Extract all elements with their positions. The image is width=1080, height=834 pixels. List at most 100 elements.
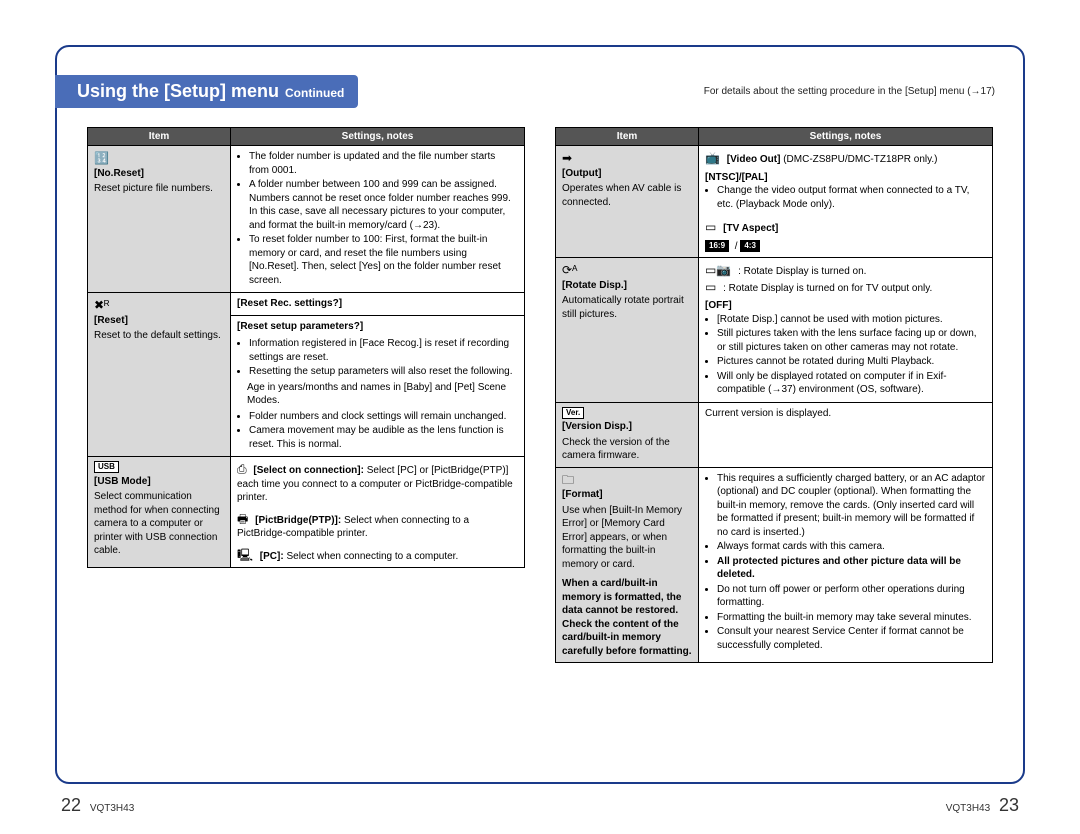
item-cell-version: Ver. [Version Disp.] Check the version o… <box>556 402 699 467</box>
note: The folder number is updated and the fil… <box>249 150 518 177</box>
note: Pictures cannot be rotated during Multi … <box>717 355 986 369</box>
note: Still pictures taken with the lens surfa… <box>717 327 986 354</box>
title-sub: Continued <box>285 86 344 100</box>
item-title: [No.Reset] <box>94 168 144 179</box>
note: Folder numbers and clock settings will r… <box>249 410 518 424</box>
usb-icon: USB <box>94 461 119 473</box>
no-reset-icon: 🔢 <box>94 151 109 165</box>
item-desc: Check the version of the camera firmware… <box>562 436 692 463</box>
format-icon: 🗀 <box>562 473 574 487</box>
note: Camera movement may be audible as the le… <box>249 424 518 451</box>
tv-aspect-icon: ▭ <box>705 220 716 234</box>
tail-bold: [TV Aspect] <box>723 223 778 234</box>
note-bold: All protected pictures and other picture… <box>717 555 986 582</box>
output-icon: ➡ <box>562 151 572 165</box>
header-note: For details about the setting procedure … <box>704 86 995 97</box>
line-text: : Rotate Display is turned on. <box>738 266 866 277</box>
table-row: ➡ [Output] Operates when AV cable is con… <box>556 146 993 258</box>
item-desc: Reset to the default settings. <box>94 329 224 343</box>
line-bold: [PC]: <box>260 551 284 562</box>
item-warning: When a card/built-in memory is formatted… <box>562 577 692 658</box>
doc-code: VQT3H43 <box>90 803 134 814</box>
doc-code: VQT3H43 <box>946 803 990 814</box>
item-desc: Automatically rotate portrait still pict… <box>562 294 692 321</box>
footer: 22 VQT3H43 VQT3H43 23 <box>55 795 1025 816</box>
subhead: [Reset setup parameters?] <box>237 320 518 334</box>
settings-cell: ⎙ [Select on connection]: Select [PC] or… <box>231 457 525 568</box>
item-title: [Reset] <box>94 315 128 326</box>
aspect-4-3: 4:3 <box>740 240 760 252</box>
content-columns: Item Settings, notes 🔢 [No.Reset] Reset … <box>87 127 993 762</box>
item-cell-output: ➡ [Output] Operates when AV cable is con… <box>556 146 699 258</box>
settings-cell: 📺 [Video Out] (DMC-ZS8PU/DMC-TZ18PR only… <box>699 146 993 258</box>
item-desc: Reset picture file numbers. <box>94 182 224 196</box>
table-row: USB [USB Mode] Select communication meth… <box>88 457 525 568</box>
note: Always format cards with this camera. <box>717 540 986 554</box>
note: Resetting the setup parameters will also… <box>249 365 518 379</box>
table-row: Ver. [Version Disp.] Check the version o… <box>556 402 993 467</box>
item-title: [Rotate Disp.] <box>562 280 627 291</box>
line-bold: [Select on connection]: <box>253 465 364 476</box>
col-header-settings: Settings, notes <box>699 128 993 146</box>
note: Consult your nearest Service Center if f… <box>717 625 986 652</box>
table-row: ⟳ᴬ [Rotate Disp.] Automatically rotate p… <box>556 258 993 403</box>
note-plain: Current version is displayed. <box>705 408 831 419</box>
rotate-on-icon: ▭📷 <box>705 263 731 277</box>
item-cell-format: 🗀 [Format] Use when [Built-In Memory Err… <box>556 467 699 663</box>
settings-cell: [Reset Rec. settings?] <box>231 293 525 316</box>
lead-bold: [Video Out] <box>727 154 781 165</box>
page-number-left: 22 <box>61 795 81 815</box>
note: Change the video output format when conn… <box>717 184 986 211</box>
footer-left: 22 VQT3H43 <box>55 795 134 816</box>
rotate-icon: ⟳ᴬ <box>562 263 578 277</box>
subhead: [OFF] <box>705 299 986 313</box>
note-plain: Age in years/months and names in [Baby] … <box>247 381 518 408</box>
note: Information registered in [Face Recog.] … <box>249 337 518 364</box>
table-row: ✖ᴿ [Reset] Reset to the default settings… <box>88 293 525 316</box>
footer-right: VQT3H43 23 <box>946 795 1025 816</box>
note: This requires a sufficiently charged bat… <box>717 472 986 540</box>
video-out-icon: 📺 <box>705 151 720 165</box>
right-column: Item Settings, notes ➡ [Output] Operates… <box>555 127 993 762</box>
item-cell-reset: ✖ᴿ [Reset] Reset to the default settings… <box>88 293 231 457</box>
settings-cell: Current version is displayed. <box>699 402 993 467</box>
col-header-item: Item <box>556 128 699 146</box>
left-column: Item Settings, notes 🔢 [No.Reset] Reset … <box>87 127 525 762</box>
note: To reset folder number to 100: First, fo… <box>249 233 518 287</box>
item-desc: Use when [Built-In Memory Error] or [Mem… <box>562 504 692 572</box>
subhead: [Reset Rec. settings?] <box>237 298 342 309</box>
item-desc: Operates when AV cable is connected. <box>562 182 692 209</box>
reset-icon: ✖ᴿ <box>94 298 109 312</box>
item-title: [Output] <box>562 168 601 179</box>
item-title: [Version Disp.] <box>562 421 632 432</box>
note: [Rotate Disp.] cannot be used with motio… <box>717 313 986 327</box>
printer-icon: 🖶 <box>237 512 248 526</box>
page-number-right: 23 <box>999 795 1019 815</box>
pc-icon: 🖳 <box>237 548 253 562</box>
line-text: : Rotate Display is turned on for TV out… <box>723 283 932 294</box>
right-table: Item Settings, notes ➡ [Output] Operates… <box>555 127 993 663</box>
table-row: 🗀 [Format] Use when [Built-In Memory Err… <box>556 467 993 663</box>
rotate-tv-icon: ▭ <box>705 280 716 294</box>
item-cell-rotate: ⟳ᴬ [Rotate Disp.] Automatically rotate p… <box>556 258 699 403</box>
left-table: Item Settings, notes 🔢 [No.Reset] Reset … <box>87 127 525 568</box>
settings-cell: [Reset setup parameters?] Information re… <box>231 315 525 457</box>
item-cell-no-reset: 🔢 [No.Reset] Reset picture file numbers. <box>88 146 231 293</box>
page-frame: Using the [Setup] menu Continued For det… <box>55 45 1025 784</box>
line-bold: [PictBridge(PTP)]: <box>255 515 341 526</box>
lead-text: (DMC-ZS8PU/DMC-TZ18PR only.) <box>783 154 937 165</box>
note: Do not turn off power or perform other o… <box>717 583 986 610</box>
settings-cell: The folder number is updated and the fil… <box>231 146 525 293</box>
col-header-item: Item <box>88 128 231 146</box>
line-text: Select when connecting to a computer. <box>286 551 458 562</box>
page-title: Using the [Setup] menu Continued <box>55 75 358 108</box>
settings-cell: ▭📷 : Rotate Display is turned on. ▭ : Ro… <box>699 258 993 403</box>
item-desc: Select communication method for when con… <box>94 490 224 558</box>
item-cell-usb: USB [USB Mode] Select communication meth… <box>88 457 231 568</box>
version-icon: Ver. <box>562 407 584 419</box>
note: Will only be displayed rotated on comput… <box>717 370 986 397</box>
note: Formatting the built-in memory may take … <box>717 611 986 625</box>
table-row: 🔢 [No.Reset] Reset picture file numbers.… <box>88 146 525 293</box>
item-title: [Format] <box>562 489 603 500</box>
note: A folder number between 100 and 999 can … <box>249 178 518 232</box>
